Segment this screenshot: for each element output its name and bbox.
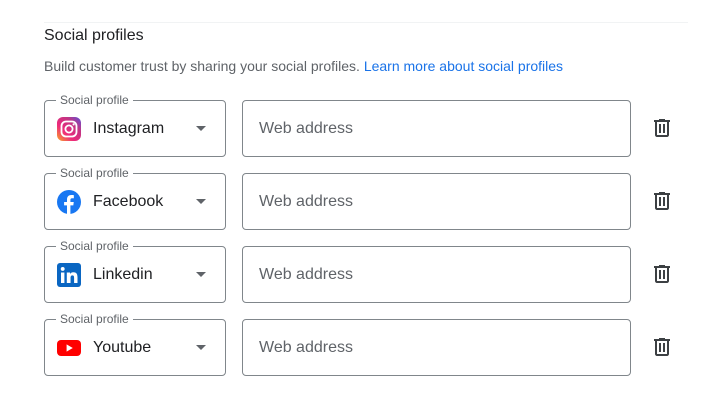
web-address-input[interactable]: [243, 174, 630, 229]
web-address-input[interactable]: [243, 320, 630, 375]
section-description: Build customer trust by sharing your soc…: [44, 57, 563, 75]
dropdown-arrow-icon: [196, 126, 206, 131]
social-profile-row-instagram: Social profile Instagram: [44, 93, 684, 157]
social-platform-value: Youtube: [93, 339, 152, 356]
social-profile-label: Social profile: [56, 166, 133, 180]
social-profile-select[interactable]: Social profile Instagram: [44, 93, 226, 157]
linkedin-icon: [57, 263, 81, 287]
social-profile-label: Social profile: [56, 312, 133, 326]
web-address-field[interactable]: [242, 319, 631, 376]
dropdown-arrow-icon: [196, 199, 206, 204]
learn-more-link[interactable]: Learn more about social profiles: [364, 58, 563, 74]
delete-profile-button[interactable]: [650, 189, 674, 213]
social-profile-select[interactable]: Social profile Youtube: [44, 312, 226, 376]
youtube-icon: [57, 336, 81, 360]
section-title: Social profiles: [44, 27, 144, 44]
trash-icon: [654, 119, 670, 137]
social-profile-select[interactable]: Social profile Linkedin: [44, 239, 226, 303]
instagram-icon: [57, 117, 81, 141]
web-address-input[interactable]: [243, 101, 630, 156]
trash-icon: [654, 338, 670, 356]
web-address-field[interactable]: [242, 100, 631, 157]
web-address-input[interactable]: [243, 247, 630, 302]
social-profile-row-youtube: Social profile Youtube: [44, 312, 684, 376]
social-profile-label: Social profile: [56, 239, 133, 253]
trash-icon: [654, 192, 670, 210]
section-divider: [44, 22, 688, 23]
social-platform-value: Facebook: [93, 193, 164, 210]
dropdown-arrow-icon: [196, 345, 206, 350]
delete-profile-button[interactable]: [650, 262, 674, 286]
delete-profile-button[interactable]: [650, 335, 674, 359]
dropdown-arrow-icon: [196, 272, 206, 277]
social-profile-row-linkedin: Social profile Linkedin: [44, 239, 684, 303]
social-platform-value: Instagram: [93, 120, 165, 137]
section-description-text: Build customer trust by sharing your soc…: [44, 58, 360, 74]
trash-icon: [654, 265, 670, 283]
web-address-field[interactable]: [242, 246, 631, 303]
delete-profile-button[interactable]: [650, 116, 674, 140]
social-profile-select[interactable]: Social profile Facebook: [44, 166, 226, 230]
social-profile-label: Social profile: [56, 93, 133, 107]
social-platform-value: Linkedin: [93, 266, 153, 283]
facebook-icon: [57, 190, 81, 214]
social-profile-row-facebook: Social profile Facebook: [44, 166, 684, 230]
web-address-field[interactable]: [242, 173, 631, 230]
